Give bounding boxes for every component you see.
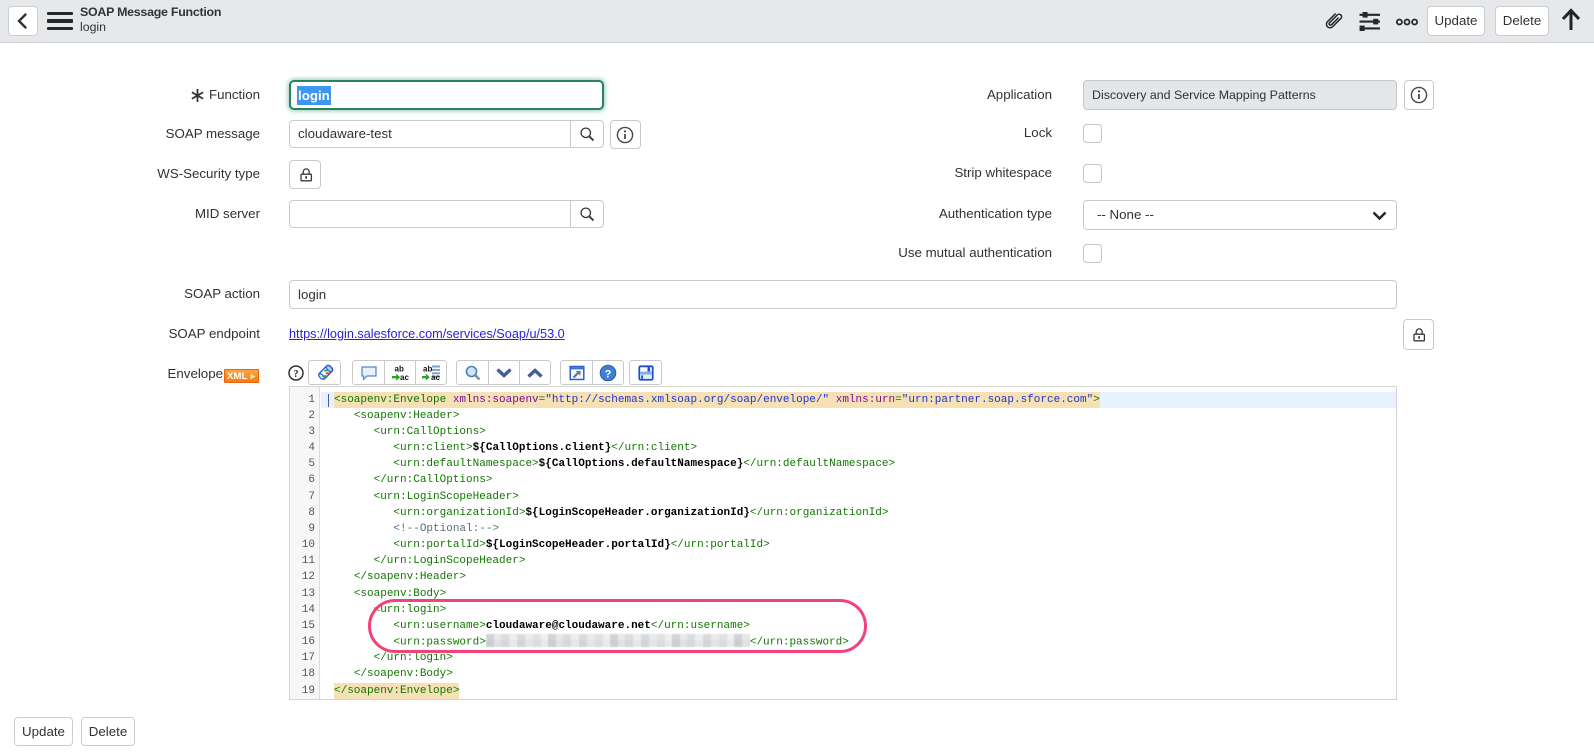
svg-text:ac: ac xyxy=(431,373,440,382)
svg-text:?: ? xyxy=(605,368,612,380)
svg-text:ac: ac xyxy=(400,373,409,382)
svg-text:?: ? xyxy=(294,369,299,380)
